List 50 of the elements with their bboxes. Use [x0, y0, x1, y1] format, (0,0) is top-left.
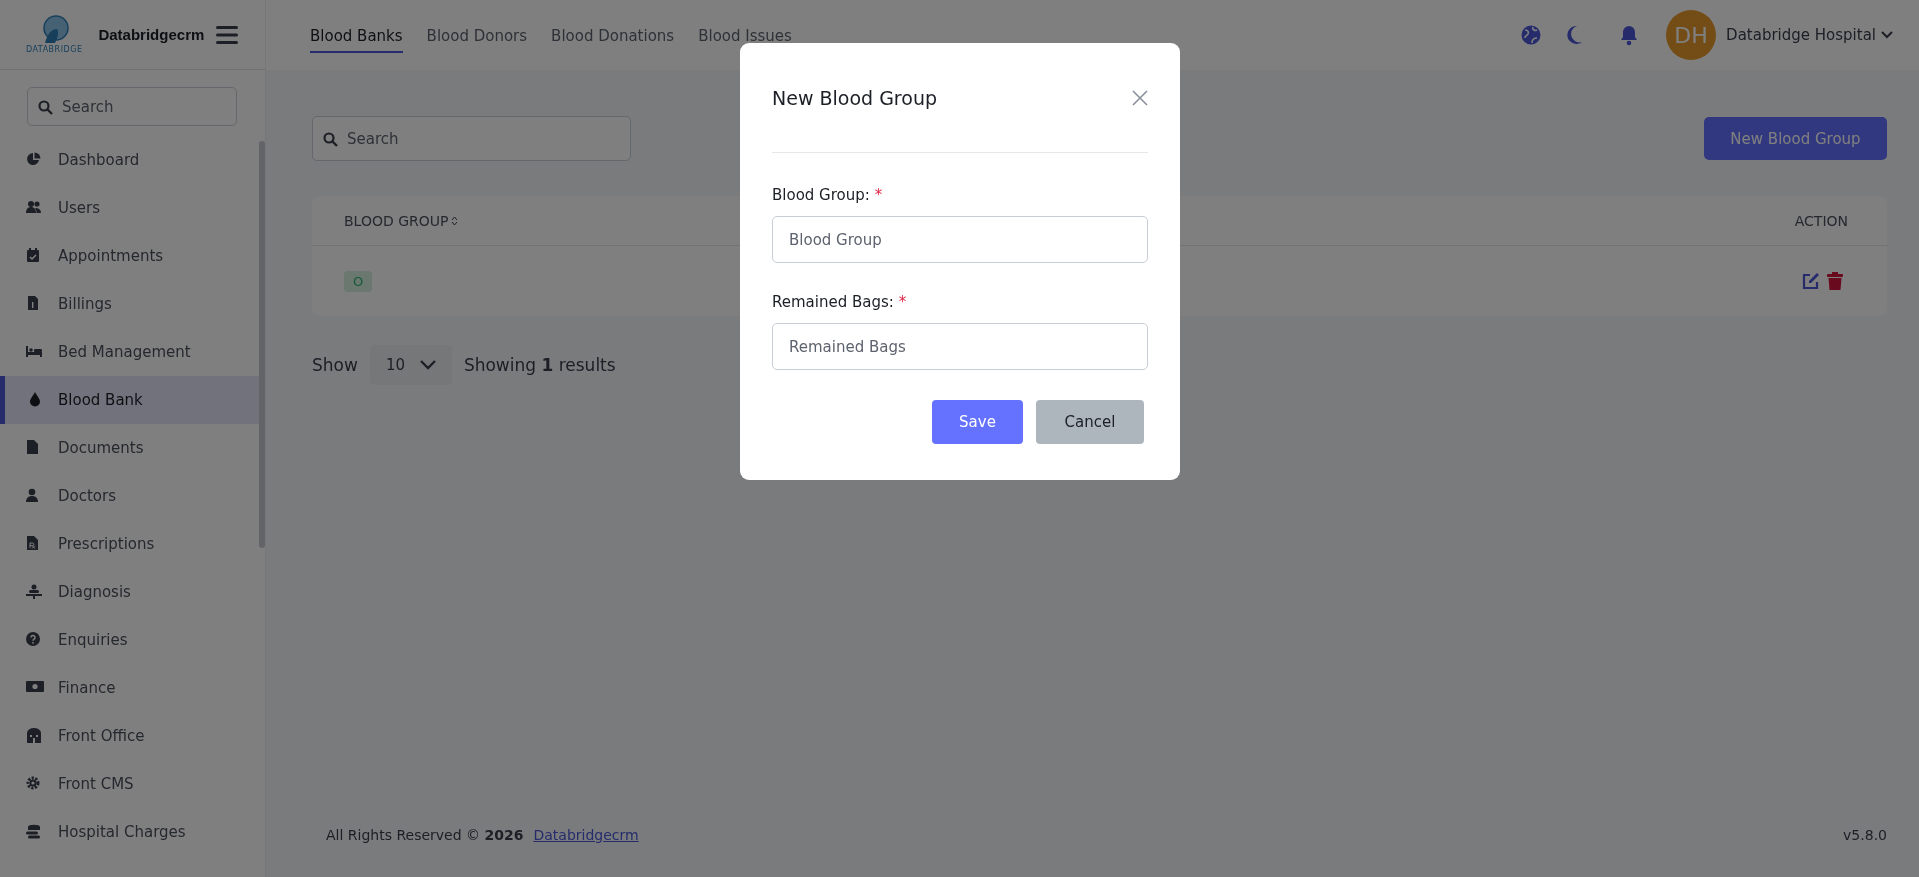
sidebar-item[interactable]: Front CMS: [0, 760, 261, 808]
save-button[interactable]: Save: [932, 400, 1023, 444]
menu-icon[interactable]: [216, 25, 239, 44]
globe-icon[interactable]: [1521, 25, 1542, 45]
sidebar-item[interactable]: Blood Bank: [0, 376, 261, 424]
user-menu[interactable]: Databridge Hospital: [1726, 26, 1893, 44]
scrollbar-thumb[interactable]: [259, 141, 265, 548]
results-summary: Showing 1 results: [463, 355, 616, 375]
drop-icon: [29, 392, 41, 408]
logo-text: DATABRIDGE: [26, 45, 83, 54]
copyright-text: All Rights Reserved © 2026: [326, 827, 524, 843]
brand-name: Databridgecrm: [98, 26, 205, 43]
trash-icon[interactable]: [1827, 272, 1843, 290]
chevron-down-icon: [419, 360, 436, 370]
input-field[interactable]: Remained Bags: [772, 323, 1148, 370]
sidebar-item[interactable]: Front Office: [0, 712, 261, 760]
search-field[interactable]: Search: [312, 116, 631, 161]
modal-title: New Blood Group: [772, 86, 937, 109]
sidebar-item[interactable]: Enquiries: [0, 616, 261, 664]
version-text: v5.8.0: [1843, 827, 1887, 843]
required-mark: *: [874, 186, 883, 204]
cancel-button[interactable]: Cancel: [1036, 400, 1144, 444]
field-label: Remained Bags:: [772, 293, 894, 311]
users-icon: [26, 200, 44, 216]
search-field[interactable]: Search: [27, 87, 237, 126]
chevron-down-icon: [1881, 31, 1893, 39]
new-blood-group-button[interactable]: New Blood Group: [1704, 117, 1887, 160]
column-header[interactable]: BLOOD GROUP: [344, 212, 459, 229]
tab[interactable]: Blood Donors: [426, 19, 528, 53]
close-icon[interactable]: [1132, 89, 1148, 106]
edit-icon[interactable]: [1802, 272, 1820, 290]
blood-group-tag: O: [344, 270, 373, 292]
bell-icon[interactable]: [1619, 24, 1640, 46]
sidebar-item[interactable]: Hospital Charges: [0, 808, 261, 856]
required-mark: *: [898, 293, 907, 311]
patient-icon: [26, 584, 44, 600]
building-icon: [26, 728, 44, 744]
footer-link[interactable]: Databridgecrm: [533, 827, 639, 843]
field-label: Blood Group:: [772, 186, 870, 204]
sidebar-item[interactable]: Diagnosis: [0, 568, 261, 616]
input-field[interactable]: Blood Group: [772, 216, 1148, 263]
per-page-select[interactable]: 10: [369, 345, 452, 385]
tab[interactable]: Blood Banks: [310, 19, 403, 53]
tab[interactable]: Blood Donations: [551, 19, 675, 53]
moon-icon[interactable]: [1565, 25, 1584, 45]
show-label: Show: [312, 355, 358, 375]
sort-icon: [451, 215, 459, 226]
sidebar-item[interactable]: Finance: [0, 664, 261, 712]
column-header: ACTION: [1794, 212, 1848, 229]
bed-icon: [26, 344, 44, 360]
